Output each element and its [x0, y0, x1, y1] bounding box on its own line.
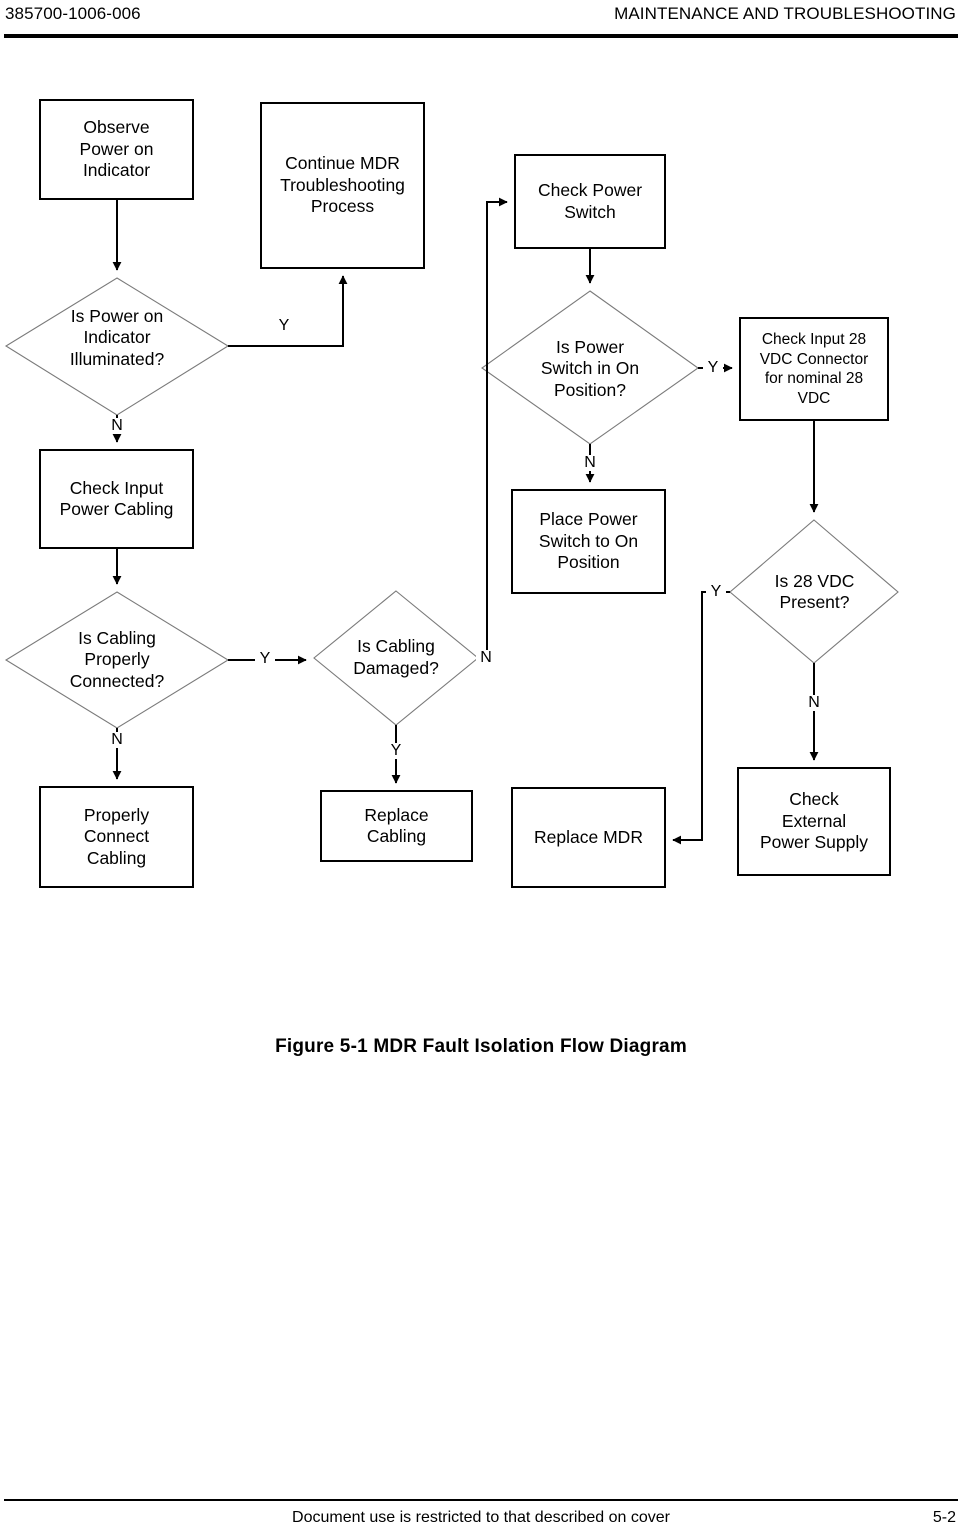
node-check-power-switch: [514, 154, 666, 249]
edge-indicator-yes-to-continue-mdr: [228, 275, 348, 347]
node-check-input-28vdc: [739, 317, 889, 421]
node-is-cabling-damaged: [313, 590, 479, 726]
node-properly-connect-cabling: [39, 786, 194, 888]
node-is-power-switch-on: [481, 290, 699, 445]
footer-rule: [4, 1499, 958, 1501]
node-check-input-power-cabling: [39, 449, 194, 549]
footer-page-number: 5-2: [932, 1509, 956, 1526]
node-replace-mdr: [511, 787, 666, 888]
figure-caption: Figure 5-1 MDR Fault Isolation Flow Diag…: [275, 1036, 687, 1057]
flowchart-canvas: [4, 99, 899, 888]
node-continue-mdr: [260, 102, 425, 269]
document-page: 385700-1006-006 MAINTENANCE AND TROUBLES…: [0, 0, 962, 1534]
node-place-switch-on: [511, 489, 666, 594]
node-is-28vdc-present: [729, 519, 899, 664]
node-is-cabling-connected: [4, 591, 230, 729]
edge-28vdc-yes-to-replace-mdr: [672, 591, 730, 845]
node-is-power-indicator-lit: [4, 277, 230, 416]
node-observe-power-indicator: [39, 99, 194, 200]
node-check-external-psu: [737, 767, 891, 876]
edge-damaged-no-to-check-power-switch: [478, 197, 508, 659]
node-replace-cabling: [320, 790, 473, 862]
mdr-fault-isolation-flow-diagram: Observe Power on Indicator Continue MDR …: [0, 0, 962, 1000]
footer-restriction-notice: Document use is restricted to that descr…: [292, 1509, 670, 1526]
